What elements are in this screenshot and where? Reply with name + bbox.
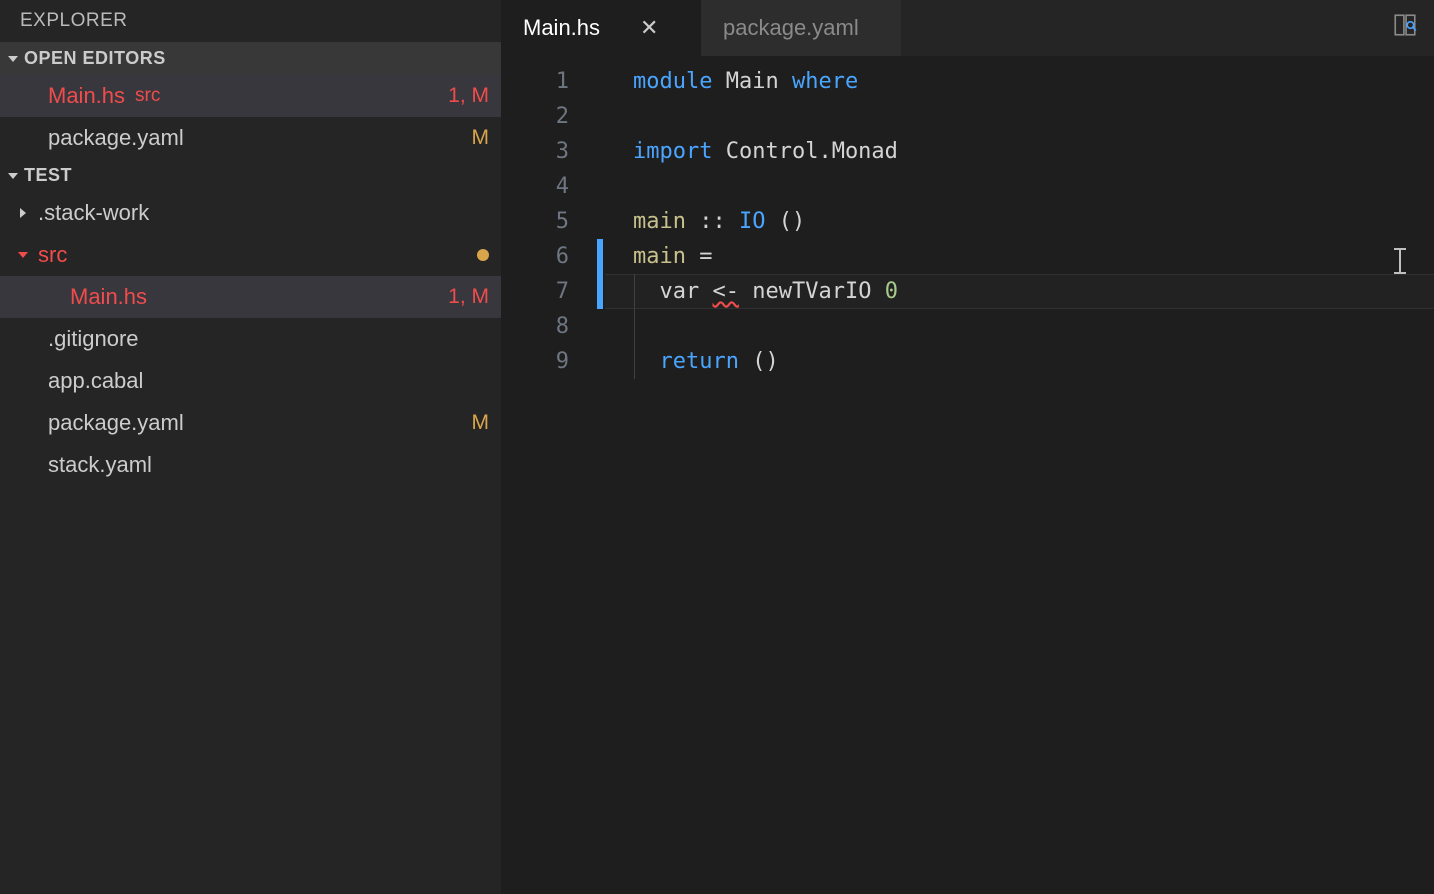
chevron-down-icon bbox=[6, 169, 20, 183]
close-icon[interactable]: ✕ bbox=[640, 15, 658, 41]
editor-actions bbox=[1392, 0, 1434, 56]
code-line[interactable]: 3import Control.Monad bbox=[501, 134, 1434, 169]
tabbar: Main.hs ✕ package.yaml bbox=[501, 0, 1434, 56]
file-name: stack.yaml bbox=[48, 452, 152, 478]
status-badge: M bbox=[472, 411, 490, 435]
explorer-sidebar: EXPLORER OPEN EDITORS Main.hs src 1, M p… bbox=[0, 0, 501, 894]
indent-guide bbox=[634, 274, 635, 379]
workspace-header[interactable]: TEST bbox=[0, 159, 501, 192]
line-number: 9 bbox=[501, 344, 597, 379]
chevron-down-icon bbox=[16, 248, 30, 262]
tab-package-yaml[interactable]: package.yaml bbox=[701, 0, 901, 56]
file-item[interactable]: .gitignore bbox=[0, 318, 501, 360]
chevron-down-icon bbox=[6, 52, 20, 66]
code-line[interactable]: 6main = bbox=[501, 239, 1434, 274]
line-number: 7 bbox=[501, 274, 597, 309]
file-name: .gitignore bbox=[48, 326, 139, 352]
open-editors-header[interactable]: OPEN EDITORS bbox=[0, 42, 501, 75]
line-number: 8 bbox=[501, 309, 597, 344]
file-name: app.cabal bbox=[48, 368, 143, 394]
code-line[interactable]: 7 var <- newTVarIO 0 bbox=[501, 274, 1434, 309]
open-preview-icon[interactable] bbox=[1392, 12, 1418, 44]
line-number: 2 bbox=[501, 99, 597, 134]
line-number: 5 bbox=[501, 204, 597, 239]
file-item[interactable]: stack.yaml bbox=[0, 444, 501, 486]
line-number: 6 bbox=[501, 239, 597, 274]
editor-area: Main.hs ✕ package.yaml 1module Main wher… bbox=[501, 0, 1434, 894]
code-line[interactable]: 5main :: IO () bbox=[501, 204, 1434, 239]
code-line[interactable]: 1module Main where bbox=[501, 64, 1434, 99]
folder-item[interactable]: .stack-work bbox=[0, 192, 501, 234]
tab-label: package.yaml bbox=[723, 15, 859, 41]
open-editor-item[interactable]: Main.hs src 1, M bbox=[0, 75, 501, 117]
modified-dot-icon bbox=[477, 249, 489, 261]
chevron-right-icon bbox=[16, 206, 30, 220]
open-editor-item[interactable]: package.yaml M bbox=[0, 117, 501, 159]
tab-main-hs[interactable]: Main.hs ✕ bbox=[501, 0, 701, 56]
file-name: Main.hs bbox=[48, 83, 125, 109]
folder-name: .stack-work bbox=[38, 200, 149, 226]
file-item[interactable]: package.yaml M bbox=[0, 402, 501, 444]
file-item[interactable]: Main.hs 1, M bbox=[0, 276, 501, 318]
line-number: 3 bbox=[501, 134, 597, 169]
file-name: package.yaml bbox=[48, 410, 184, 436]
status-badge: M bbox=[472, 126, 490, 150]
code-line[interactable]: 9 return () bbox=[501, 344, 1434, 379]
file-path: src bbox=[135, 85, 160, 107]
status-badge: 1, M bbox=[448, 84, 489, 108]
code-line[interactable]: 8 bbox=[501, 309, 1434, 344]
folder-name: src bbox=[38, 242, 67, 268]
file-name: package.yaml bbox=[48, 125, 184, 151]
code-line[interactable]: 2 bbox=[501, 99, 1434, 134]
line-number: 4 bbox=[501, 169, 597, 204]
line-number: 1 bbox=[501, 64, 597, 99]
folder-item[interactable]: src bbox=[0, 234, 501, 276]
code-line[interactable]: 4 bbox=[501, 169, 1434, 204]
code-area[interactable]: 1module Main where23import Control.Monad… bbox=[501, 56, 1434, 894]
status-badge: 1, M bbox=[448, 285, 489, 309]
tab-label: Main.hs bbox=[523, 15, 600, 41]
open-editors-label: OPEN EDITORS bbox=[24, 48, 166, 69]
file-name: Main.hs bbox=[70, 284, 147, 310]
workspace-label: TEST bbox=[24, 165, 72, 186]
file-item[interactable]: app.cabal bbox=[0, 360, 501, 402]
explorer-title: EXPLORER bbox=[0, 0, 501, 42]
